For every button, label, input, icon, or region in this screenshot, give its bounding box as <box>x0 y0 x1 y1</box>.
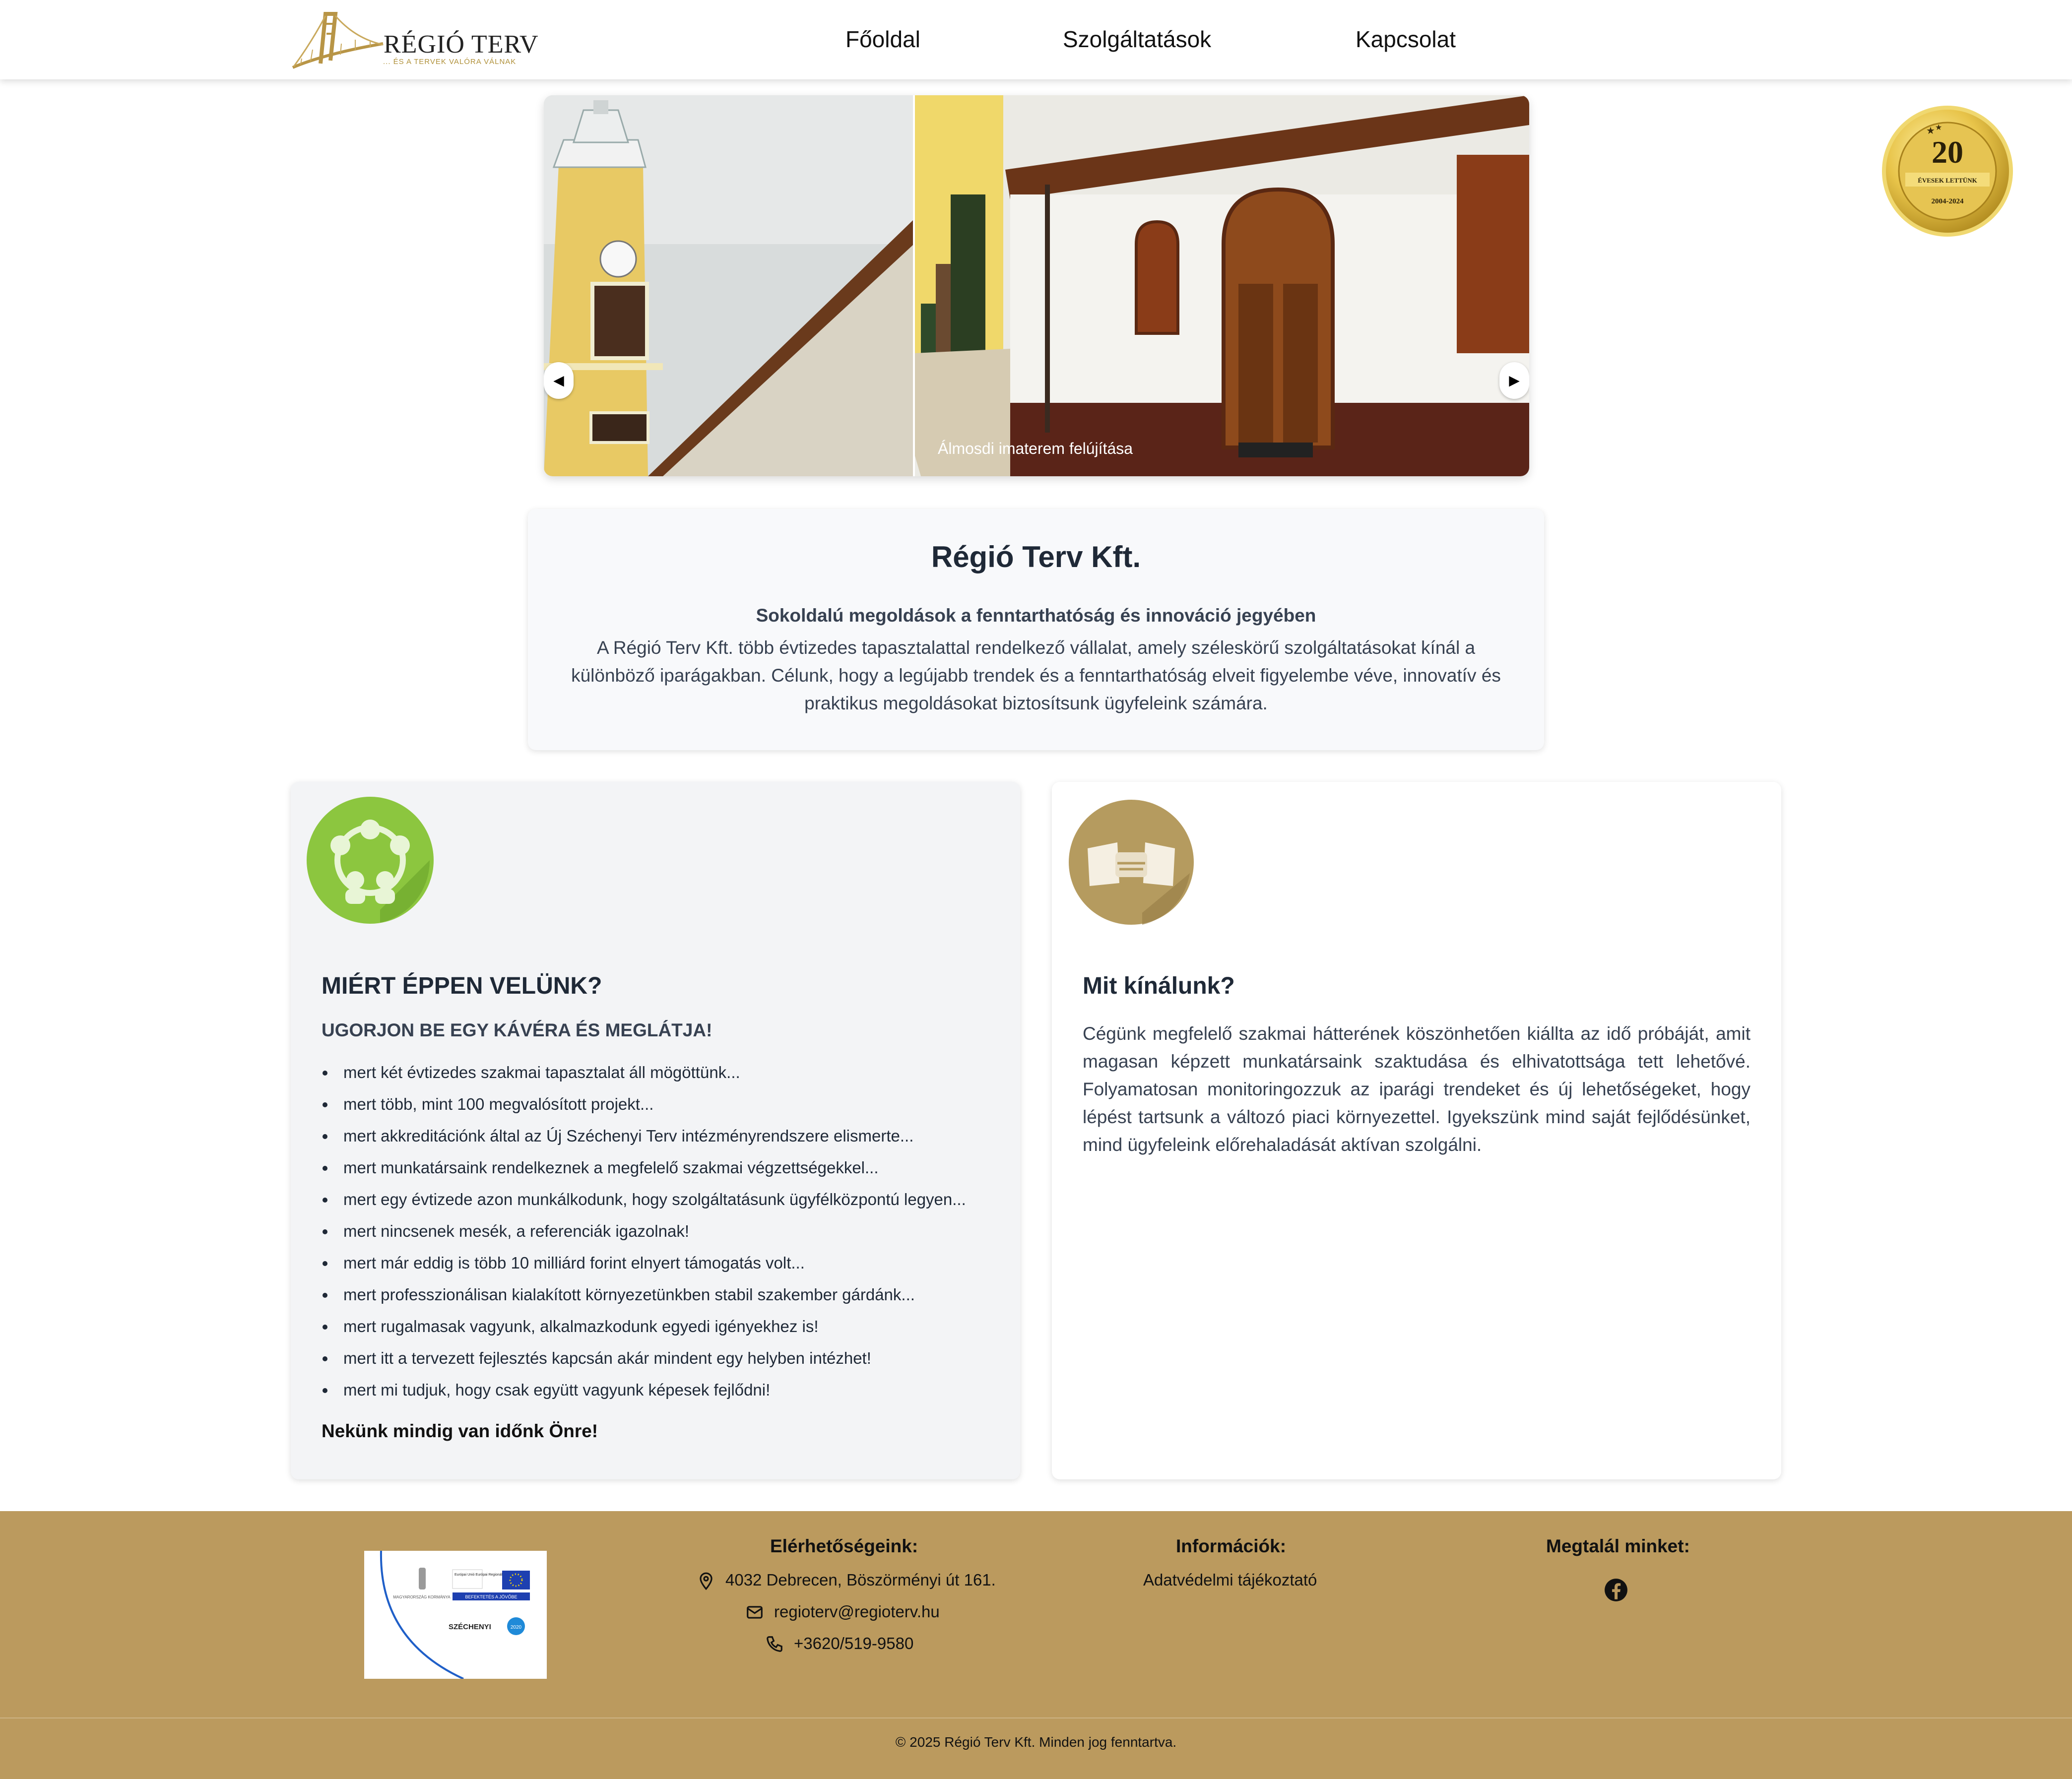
offer-description: Cégünk megfelelő szakmai hátterének kösz… <box>1083 1023 1750 1155</box>
why-us-card: MIÉRT ÉPPEN VELÜNK? UGORJON BE EGY KÁVÉR… <box>291 782 1020 1479</box>
star-icon: ★ <box>1926 126 1935 136</box>
nav-services[interactable]: Szolgáltatások <box>1063 26 1211 53</box>
nav-contact[interactable]: Kapcsolat <box>1356 26 1456 53</box>
slider-next-button[interactable]: ▶ <box>1499 362 1529 399</box>
bridge-logo-icon <box>292 12 384 69</box>
list-item: mert két évtizedes szakmai tapasztalat á… <box>322 1063 966 1094</box>
phone-icon <box>767 1636 782 1652</box>
sponsor-future-text: BEFEKTETÉS A JÖVŐBE <box>465 1594 517 1599</box>
sponsor-hu-text: MAGYARORSZÁG KORMÁNYA <box>393 1595 451 1599</box>
copyright: © 2025 Régió Terv Kft. Minden jog fennta… <box>895 1734 1177 1750</box>
sponsor-year-text: 2020 <box>511 1625 522 1630</box>
address-line: 4032 Debrecen, Böszörményi út 161. <box>700 1571 996 1590</box>
badge-text: ÉVESEK LETTÜNK <box>1918 177 1977 184</box>
sponsor-szechenyi-text: SZÉCHENYI <box>449 1623 491 1631</box>
list-item: mert akkreditációnk által az Új Szécheny… <box>322 1126 966 1158</box>
privacy-link[interactable]: Adatvédelmi tájékoztató <box>1143 1571 1317 1589</box>
why-us-title: MIÉRT ÉPPEN VELÜNK? <box>322 973 602 999</box>
list-item: mert már eddig is több 10 milliárd forin… <box>322 1253 966 1285</box>
sponsor-logo: MAGYARORSZÁG KORMÁNYA Európai Unió Európ… <box>364 1551 547 1679</box>
email-link[interactable]: regioterv@regioterv.hu <box>774 1602 940 1621</box>
phone-line[interactable]: +3620/519-9580 <box>767 1634 913 1653</box>
list-item: mert nincsenek mesék, a referenciák igaz… <box>322 1221 966 1253</box>
company-title: Régió Terv Kft. <box>931 540 1141 573</box>
anniversary-badge: 20 ÉVESEK LETTÜNK 2004-2024 ★ ★ <box>1880 104 2014 238</box>
slide-image <box>544 95 1529 476</box>
footer-divider <box>0 1717 2072 1718</box>
list-item: mert egy évtizede azon munkálkodunk, hog… <box>322 1190 966 1221</box>
list-item: mert rugalmasak vagyunk, alkalmazkodunk … <box>322 1317 966 1348</box>
email-line[interactable]: regioterv@regioterv.hu <box>747 1602 940 1621</box>
social-title: Megtalál minket: <box>1546 1536 1690 1556</box>
offer-card: Mit kínálunk? Cégünk megfelelő szakmai h… <box>1052 782 1781 1479</box>
site-footer: MAGYARORSZÁG KORMÁNYA Európai Unió Európ… <box>0 1511 2072 1779</box>
logo[interactable]: RÉGIÓ TERV ... ÉS A TERVEK VALÓRA VÁLNAK <box>291 9 538 70</box>
star-icon: ★ <box>1935 124 1942 132</box>
site-header: RÉGIÓ TERV ... ÉS A TERVEK VALÓRA VÁLNAK… <box>0 0 2072 79</box>
facebook-icon[interactable] <box>1604 1578 1628 1602</box>
nav-home[interactable]: Főoldal <box>845 26 920 53</box>
list-item: mert itt a tervezett fejlesztés kapcsán … <box>322 1348 966 1380</box>
location-pin-icon <box>700 1572 712 1590</box>
reasons-list: mert két évtizedes szakmai tapasztalat á… <box>322 1063 966 1412</box>
team-icon <box>307 797 434 924</box>
list-item: mert több, mint 100 megvalósított projek… <box>322 1094 966 1126</box>
image-slider[interactable]: ◀ ▶ <box>544 95 1529 476</box>
list-item: mert mi tudjuk, hogy csak együtt vagyunk… <box>322 1380 966 1412</box>
mail-icon <box>747 1606 763 1619</box>
why-us-subtitle: UGORJON BE EGY KÁVÉRA ÉS MEGLÁTJA! <box>322 1020 712 1040</box>
list-item: mert munkatársaink rendelkeznek a megfel… <box>322 1158 966 1190</box>
logo-name: RÉGIÓ TERV <box>384 30 539 59</box>
company-subtitle: Sokoldalú megoldások a fenntarthatóság é… <box>756 605 1316 626</box>
offer-title: Mit kínálunk? <box>1083 973 1235 999</box>
address-text: 4032 Debrecen, Böszörményi út 161. <box>725 1571 996 1589</box>
contact-title: Elérhetőségeink: <box>770 1536 918 1556</box>
why-us-closing: Nekünk mindig van időnk Önre! <box>322 1421 598 1441</box>
intro-card: Régió Terv Kft. Sokoldalú megoldások a f… <box>528 509 1544 750</box>
handshake-icon <box>1069 800 1194 925</box>
company-description: A Régió Terv Kft. több évtizedes tapaszt… <box>571 637 1501 713</box>
list-item: mert professzionálisan kialakított körny… <box>322 1285 966 1317</box>
info-title: Információk: <box>1176 1536 1287 1556</box>
slide-caption: Álmosdi imaterem felújítása <box>938 440 1133 457</box>
phone-link[interactable]: +3620/519-9580 <box>794 1634 913 1652</box>
badge-number: 20 <box>1932 134 1963 170</box>
slider-prev-button[interactable]: ◀ <box>544 362 574 399</box>
logo-tagline: ... ÉS A TERVEK VALÓRA VÁLNAK <box>383 58 517 66</box>
badge-years: 2004-2024 <box>1932 197 1964 205</box>
